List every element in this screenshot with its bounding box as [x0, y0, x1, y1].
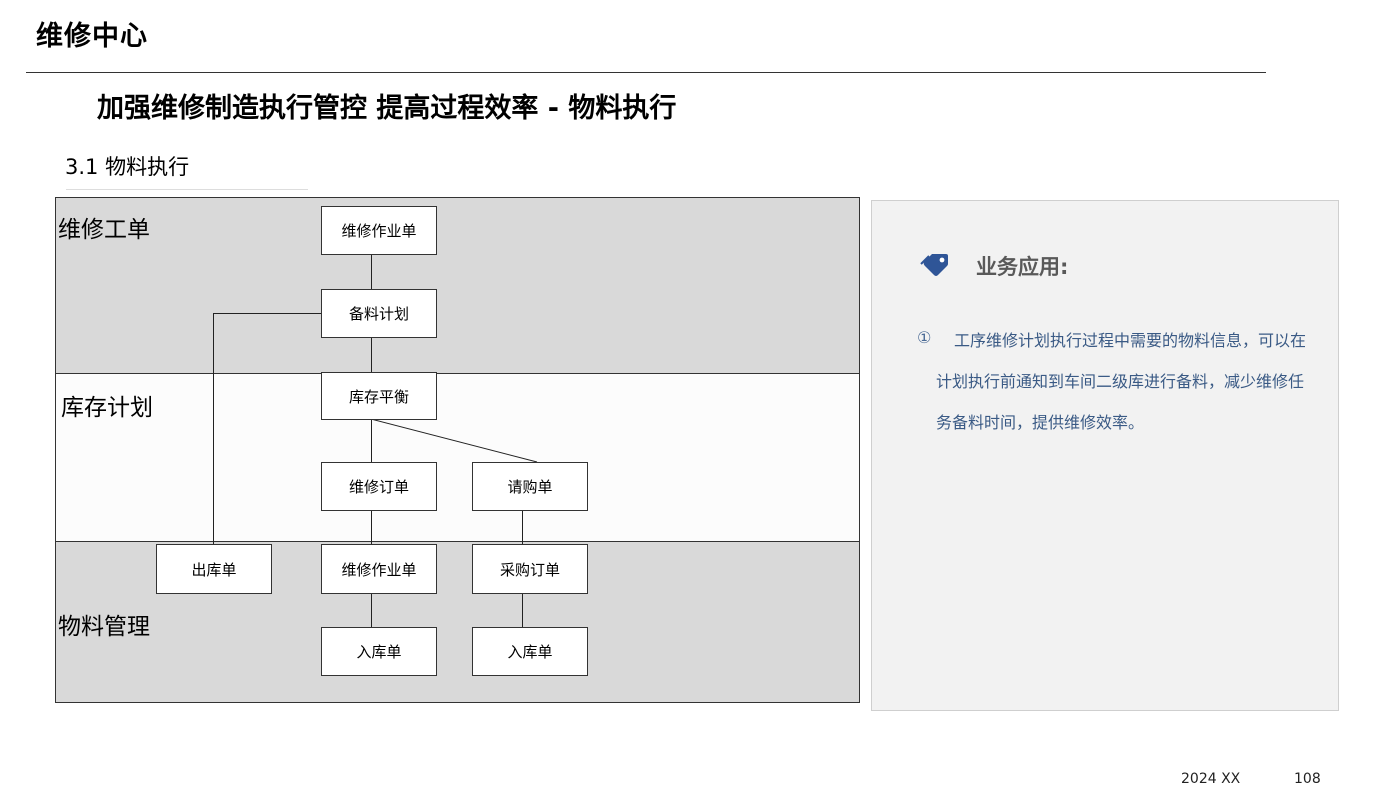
connector-purchase-order-receipt: [522, 593, 523, 628]
node-inventory-balance: 库存平衡: [321, 372, 437, 420]
connector-work-order-receipt: [371, 593, 372, 628]
connector-maint-order-work-order: [371, 510, 372, 545]
tag-icon: [920, 254, 948, 276]
node-maint-order: 维修订单: [321, 462, 437, 511]
node-maint-work-order-top: 维修作业单: [321, 206, 437, 255]
connector-plan-issue-v: [213, 313, 214, 545]
panel-item-number: ①: [917, 328, 932, 347]
page-number: 108: [1294, 771, 1321, 787]
connector-request-purchase-order: [522, 510, 523, 545]
node-receipt-right: 入库单: [472, 627, 588, 676]
connector-plan-issue-h: [213, 313, 321, 314]
node-issue-slip: 出库单: [156, 544, 272, 594]
node-material-plan: 备料计划: [321, 289, 437, 338]
node-purchase-order: 采购订单: [472, 544, 588, 594]
node-purchase-request: 请购单: [472, 462, 588, 511]
panel-item-text: 工序维修计划执行过程中需要的物料信息，可以在计划执行前通知到车间二级库进行备料，…: [936, 331, 1307, 432]
panel-heading: 业务应用:: [976, 255, 1069, 279]
footer-date: 2024 XX: [1181, 771, 1241, 787]
node-receipt-left: 入库单: [321, 627, 437, 676]
node-maint-work-order-bottom: 维修作业单: [321, 544, 437, 594]
